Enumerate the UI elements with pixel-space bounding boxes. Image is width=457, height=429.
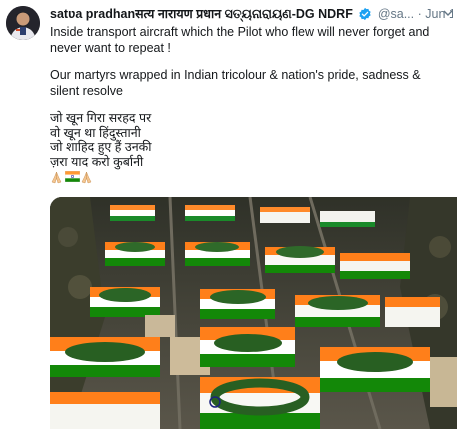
poem-line: जो शाहिद हुए हैं उनकी [50,140,152,154]
tweet-paragraph-2: Our martyrs wrapped in Indian tricolour … [50,68,421,98]
poem-line: ज़रा याद करो कुर्बानी [50,154,144,169]
tweet-header: satʋa pradhanसत्य नारायण प्रधान ସତ୍ୟନାରା… [50,4,453,24]
folded-hands-icon [50,171,63,184]
folded-hands-icon [80,171,93,184]
tweet-photo[interactable] [50,197,457,429]
avatar[interactable] [6,6,40,40]
author-handle[interactable]: @sa... [378,7,414,21]
coffins-photo-image [50,197,457,429]
avatar-image [6,6,40,40]
india-flag-icon [64,170,81,184]
author-name[interactable]: satʋa pradhanसत्य नारायण प्रधान ସତ୍ୟନାରା… [50,7,353,21]
poem-line: वो खून था हिंदुस्तानी [50,125,141,140]
emoji-row [50,170,450,184]
verified-badge-icon [358,7,372,24]
tweet-poem: जो खून गिरा सरहद पर वो खून था हिंदुस्तान… [50,111,450,169]
header-separator: · [417,7,422,21]
poem-line: जो खून गिरा सरहद पर [50,111,152,125]
tweet-paragraph-1: Inside transport aircraft which the Pilo… [50,25,430,55]
tweet-text: Inside transport aircraft which the Pilo… [50,25,450,184]
chevron-down-icon[interactable] [443,6,453,20]
tweet-card[interactable]: satʋa pradhanसत्य नारायण प्रधान ସତ୍ୟନାରା… [0,0,457,429]
